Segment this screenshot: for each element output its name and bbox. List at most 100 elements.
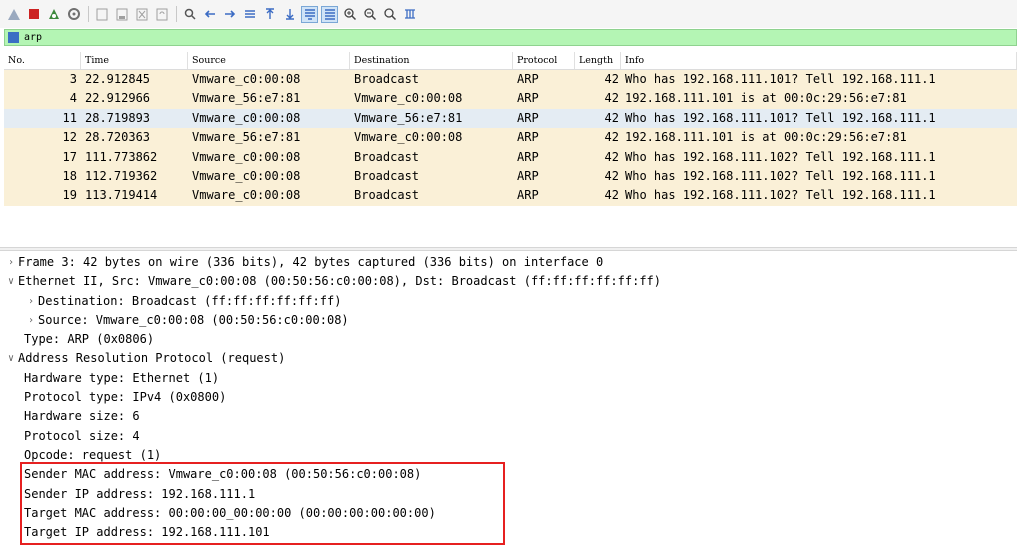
detail-tree-item-text: Protocol size: 4 bbox=[24, 428, 140, 443]
detail-tree-item[interactable]: Hardware type: Ethernet (1) bbox=[4, 369, 1017, 388]
detail-tree-item[interactable]: ∨ Ethernet II, Src: Vmware_c0:00:08 (00:5… bbox=[4, 272, 1017, 291]
packet-destination: Broadcast bbox=[354, 72, 420, 86]
column-header-no[interactable]: No. bbox=[4, 52, 81, 69]
packet-protocol: ARP bbox=[517, 72, 539, 86]
display-filter-input[interactable] bbox=[24, 30, 924, 45]
open-file-icon[interactable] bbox=[94, 7, 109, 22]
detail-tree-item[interactable]: Hardware size: 6 bbox=[4, 407, 1017, 426]
filter-bookmark-icon[interactable] bbox=[8, 32, 19, 43]
packet-protocol: ARP bbox=[517, 168, 539, 183]
packet-row[interactable]: 11 28.719893 Vmware_c0:00:08 Vmware_56:e7:8… bbox=[4, 108, 1017, 129]
packet-details-tree: › Frame 3: 42 bytes on wire (336 bits), 4… bbox=[4, 253, 1017, 549]
zoom-out-icon[interactable] bbox=[362, 7, 377, 22]
packet-time: 22.912845 bbox=[85, 72, 151, 86]
chevron-down-icon[interactable]: ∨ bbox=[4, 272, 18, 291]
column-header-info[interactable]: Info bbox=[621, 52, 1017, 69]
column-header-length[interactable]: Length bbox=[575, 52, 621, 69]
stop-icon[interactable] bbox=[26, 7, 41, 22]
column-header-destination[interactable]: Destination bbox=[350, 52, 513, 69]
packet-source: Vmware_c0:00:08 bbox=[192, 72, 301, 86]
packet-no: 12 bbox=[62, 130, 77, 145]
detail-tree-item-text: Sender MAC address: Vmware_c0:00:08 (00:… bbox=[24, 467, 422, 482]
packet-info: Who has 192.168.111.102? Tell 192.168.11… bbox=[625, 168, 936, 183]
detail-tree-item[interactable]: ∨ Address Resolution Protocol (request) bbox=[4, 349, 1017, 368]
normal-size-icon[interactable] bbox=[382, 7, 397, 22]
chevron-down-icon[interactable]: ∨ bbox=[4, 349, 18, 368]
toolbar-separator bbox=[88, 6, 89, 22]
chevron-right-icon[interactable]: › bbox=[24, 292, 38, 311]
find-packet-icon[interactable] bbox=[182, 7, 197, 22]
detail-tree-item[interactable]: Target IP address: 192.168.111.101 bbox=[4, 523, 1017, 542]
zoom-in-icon[interactable] bbox=[342, 7, 357, 22]
packet-time: 22.912966 bbox=[85, 91, 151, 106]
column-header-protocol[interactable]: Protocol bbox=[513, 52, 575, 69]
detail-tree-item-text: Target IP address: 192.168.111.101 bbox=[24, 525, 270, 540]
packet-length: 42 bbox=[604, 130, 619, 145]
detail-tree-item[interactable]: Sender MAC address: Vmware_c0:00:08 (00:… bbox=[4, 465, 1017, 484]
column-header-time[interactable]: Time bbox=[81, 52, 188, 69]
chevron-right-icon[interactable]: › bbox=[24, 311, 38, 330]
packet-length: 42 bbox=[604, 188, 619, 203]
detail-tree-item[interactable]: › Destination: Broadcast (ff:ff:ff:ff:ff:… bbox=[4, 292, 1017, 311]
packet-length: 42 bbox=[604, 110, 619, 125]
packet-row[interactable]: 18 112.719362 Vmware_c0:00:08 Broadcast ARP 4… bbox=[4, 166, 1017, 187]
main-toolbar bbox=[0, 0, 1017, 28]
packet-length: 42 bbox=[604, 149, 619, 164]
display-filter-bar bbox=[4, 29, 1017, 46]
shark-fin-start-icon[interactable] bbox=[6, 7, 21, 22]
detail-tree-item[interactable]: Target MAC address: 00:00:00_00:00:00 (0… bbox=[4, 504, 1017, 523]
packet-info: Who has 192.168.111.102? Tell 192.168.11… bbox=[625, 149, 936, 164]
packet-protocol: ARP bbox=[517, 149, 539, 164]
first-packet-icon[interactable] bbox=[262, 7, 277, 22]
packet-no: 17 bbox=[62, 149, 77, 164]
packet-no: 3 bbox=[69, 72, 77, 86]
packet-info: 192.168.111.101 is at 00:0c:29:56:e7:81 bbox=[625, 91, 907, 106]
auto-scroll-icon[interactable] bbox=[301, 5, 318, 23]
column-header-source[interactable]: Source bbox=[188, 52, 350, 69]
packet-row[interactable]: 3 22.912845 Vmware_c0:00:08 Broadcast ARP 42 W… bbox=[4, 70, 1017, 90]
detail-tree-item-text: Frame 3: 42 bytes on wire (336 bits), 42… bbox=[18, 255, 604, 269]
packet-info: Who has 192.168.111.101? Tell 192.168.11… bbox=[625, 72, 936, 86]
detail-tree-item[interactable]: Protocol size: 4 bbox=[4, 427, 1017, 446]
colorize-icon[interactable] bbox=[321, 5, 338, 23]
packet-row[interactable]: 19 113.719414 Vmware_c0:00:08 Broadcast ARP 4… bbox=[4, 186, 1017, 206]
packet-destination: Broadcast bbox=[354, 168, 420, 183]
packet-source: Vmware_56:e7:81 bbox=[192, 130, 301, 145]
packet-destination: Vmware_c0:00:08 bbox=[354, 130, 463, 145]
packet-protocol: ARP bbox=[517, 188, 539, 203]
resize-columns-icon[interactable] bbox=[402, 7, 417, 22]
restart-icon[interactable] bbox=[46, 7, 61, 22]
go-to-packet-icon[interactable] bbox=[242, 7, 257, 22]
packet-time: 28.720363 bbox=[85, 130, 151, 145]
detail-tree-item[interactable]: Type: ARP (0x0806) bbox=[4, 330, 1017, 349]
go-forward-icon[interactable] bbox=[222, 7, 237, 22]
detail-tree-item[interactable]: › Source: Vmware_c0:00:08 (00:50:56:c0:00… bbox=[4, 311, 1017, 330]
detail-tree-item[interactable]: Opcode: request (1) bbox=[4, 446, 1017, 465]
reload-icon[interactable] bbox=[154, 7, 169, 22]
detail-tree-item-text: Destination: Broadcast (ff:ff:ff:ff:ff:f… bbox=[38, 293, 342, 308]
packet-source: Vmware_c0:00:08 bbox=[192, 188, 301, 203]
packet-row[interactable]: 17 111.773862 Vmware_c0:00:08 Broadcast ARP 4… bbox=[4, 147, 1017, 167]
packet-row[interactable]: 4 22.912966 Vmware_56:e7:81 Vmware_c0:00:08… bbox=[4, 89, 1017, 109]
chevron-right-icon[interactable]: › bbox=[4, 253, 18, 272]
close-file-icon[interactable] bbox=[134, 7, 149, 22]
save-file-icon[interactable] bbox=[114, 7, 129, 22]
packet-no: 19 bbox=[62, 188, 77, 203]
packet-row[interactable]: 12 28.720363 Vmware_56:e7:81 Vmware_c0:00:0… bbox=[4, 128, 1017, 148]
packet-no: 18 bbox=[62, 168, 77, 183]
detail-tree-item[interactable]: › Frame 3: 42 bytes on wire (336 bits), 4… bbox=[4, 253, 1017, 272]
pane-splitter[interactable] bbox=[0, 247, 1017, 251]
last-packet-icon[interactable] bbox=[282, 7, 297, 22]
detail-tree-item-text: Opcode: request (1) bbox=[24, 447, 162, 462]
packet-source: Vmware_c0:00:08 bbox=[192, 149, 301, 164]
packet-source: Vmware_c0:00:08 bbox=[192, 110, 301, 125]
detail-tree-item-text: Address Resolution Protocol (request) bbox=[18, 351, 286, 366]
packet-length: 42 bbox=[604, 168, 619, 183]
packet-destination: Broadcast bbox=[354, 188, 420, 203]
capture-options-icon[interactable] bbox=[66, 7, 81, 22]
toolbar-separator bbox=[176, 6, 177, 22]
go-back-icon[interactable] bbox=[202, 7, 217, 22]
detail-tree-item[interactable]: Protocol type: IPv4 (0x0800) bbox=[4, 388, 1017, 407]
detail-tree-item[interactable]: Sender IP address: 192.168.111.1 bbox=[4, 485, 1017, 504]
detail-tree-item-text: Sender IP address: 192.168.111.1 bbox=[24, 486, 256, 501]
